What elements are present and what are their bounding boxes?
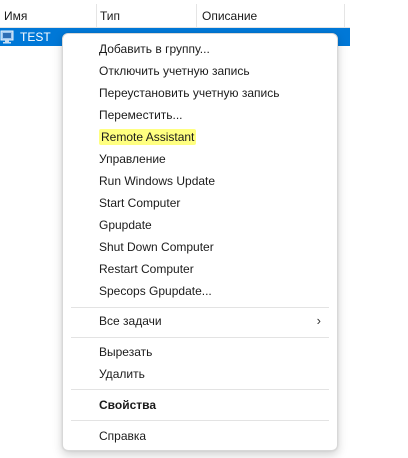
chevron-right-icon: › xyxy=(316,313,321,328)
menu-item-shut-down-computer[interactable]: Shut Down Computer xyxy=(67,236,333,258)
menu-separator xyxy=(71,307,329,308)
menu-item-help[interactable]: Справка xyxy=(67,425,333,447)
menu-item-specops-gpupdate[interactable]: Specops Gpupdate... xyxy=(67,280,333,302)
menu-item-properties[interactable]: Свойства xyxy=(67,394,333,416)
menu-item-reset-account[interactable]: Переустановить учетную запись xyxy=(67,82,333,104)
menu-item-run-windows-update[interactable]: Run Windows Update xyxy=(67,170,333,192)
column-header-type[interactable]: Тип xyxy=(100,4,196,28)
menu-item-add-to-group[interactable]: Добавить в группу... xyxy=(67,38,333,60)
column-header-name[interactable]: Имя xyxy=(4,4,96,28)
column-divider[interactable] xyxy=(96,4,97,28)
list-header: Имя Тип Описание xyxy=(0,4,350,28)
menu-separator xyxy=(71,389,329,390)
menu-item-delete[interactable]: Удалить xyxy=(67,363,333,385)
window-stage: Имя Тип Описание TEST Добавить в группу.… xyxy=(0,0,408,458)
menu-item-gpupdate[interactable]: Gpupdate xyxy=(67,214,333,236)
menu-item-manage[interactable]: Управление xyxy=(67,148,333,170)
all-tasks-label: Все задачи xyxy=(99,314,162,328)
menu-item-start-computer[interactable]: Start Computer xyxy=(67,192,333,214)
computer-icon xyxy=(0,30,16,44)
menu-item-remote-assistant[interactable]: Remote Assistant xyxy=(67,126,333,148)
highlighted-label: Remote Assistant xyxy=(99,129,197,145)
menu-separator xyxy=(71,337,329,338)
context-menu: Добавить в группу... Отключить учетную з… xyxy=(62,33,338,451)
menu-item-move[interactable]: Переместить... xyxy=(67,104,333,126)
menu-item-cut[interactable]: Вырезать xyxy=(67,341,333,363)
column-header-description[interactable]: Описание xyxy=(202,4,342,28)
menu-item-restart-computer[interactable]: Restart Computer xyxy=(67,258,333,280)
menu-separator xyxy=(71,420,329,421)
column-divider[interactable] xyxy=(344,4,345,28)
row-name-label: TEST xyxy=(20,30,51,44)
menu-item-all-tasks[interactable]: Все задачи › xyxy=(67,310,333,332)
menu-item-disable-account[interactable]: Отключить учетную запись xyxy=(67,60,333,82)
column-divider[interactable] xyxy=(196,4,197,28)
